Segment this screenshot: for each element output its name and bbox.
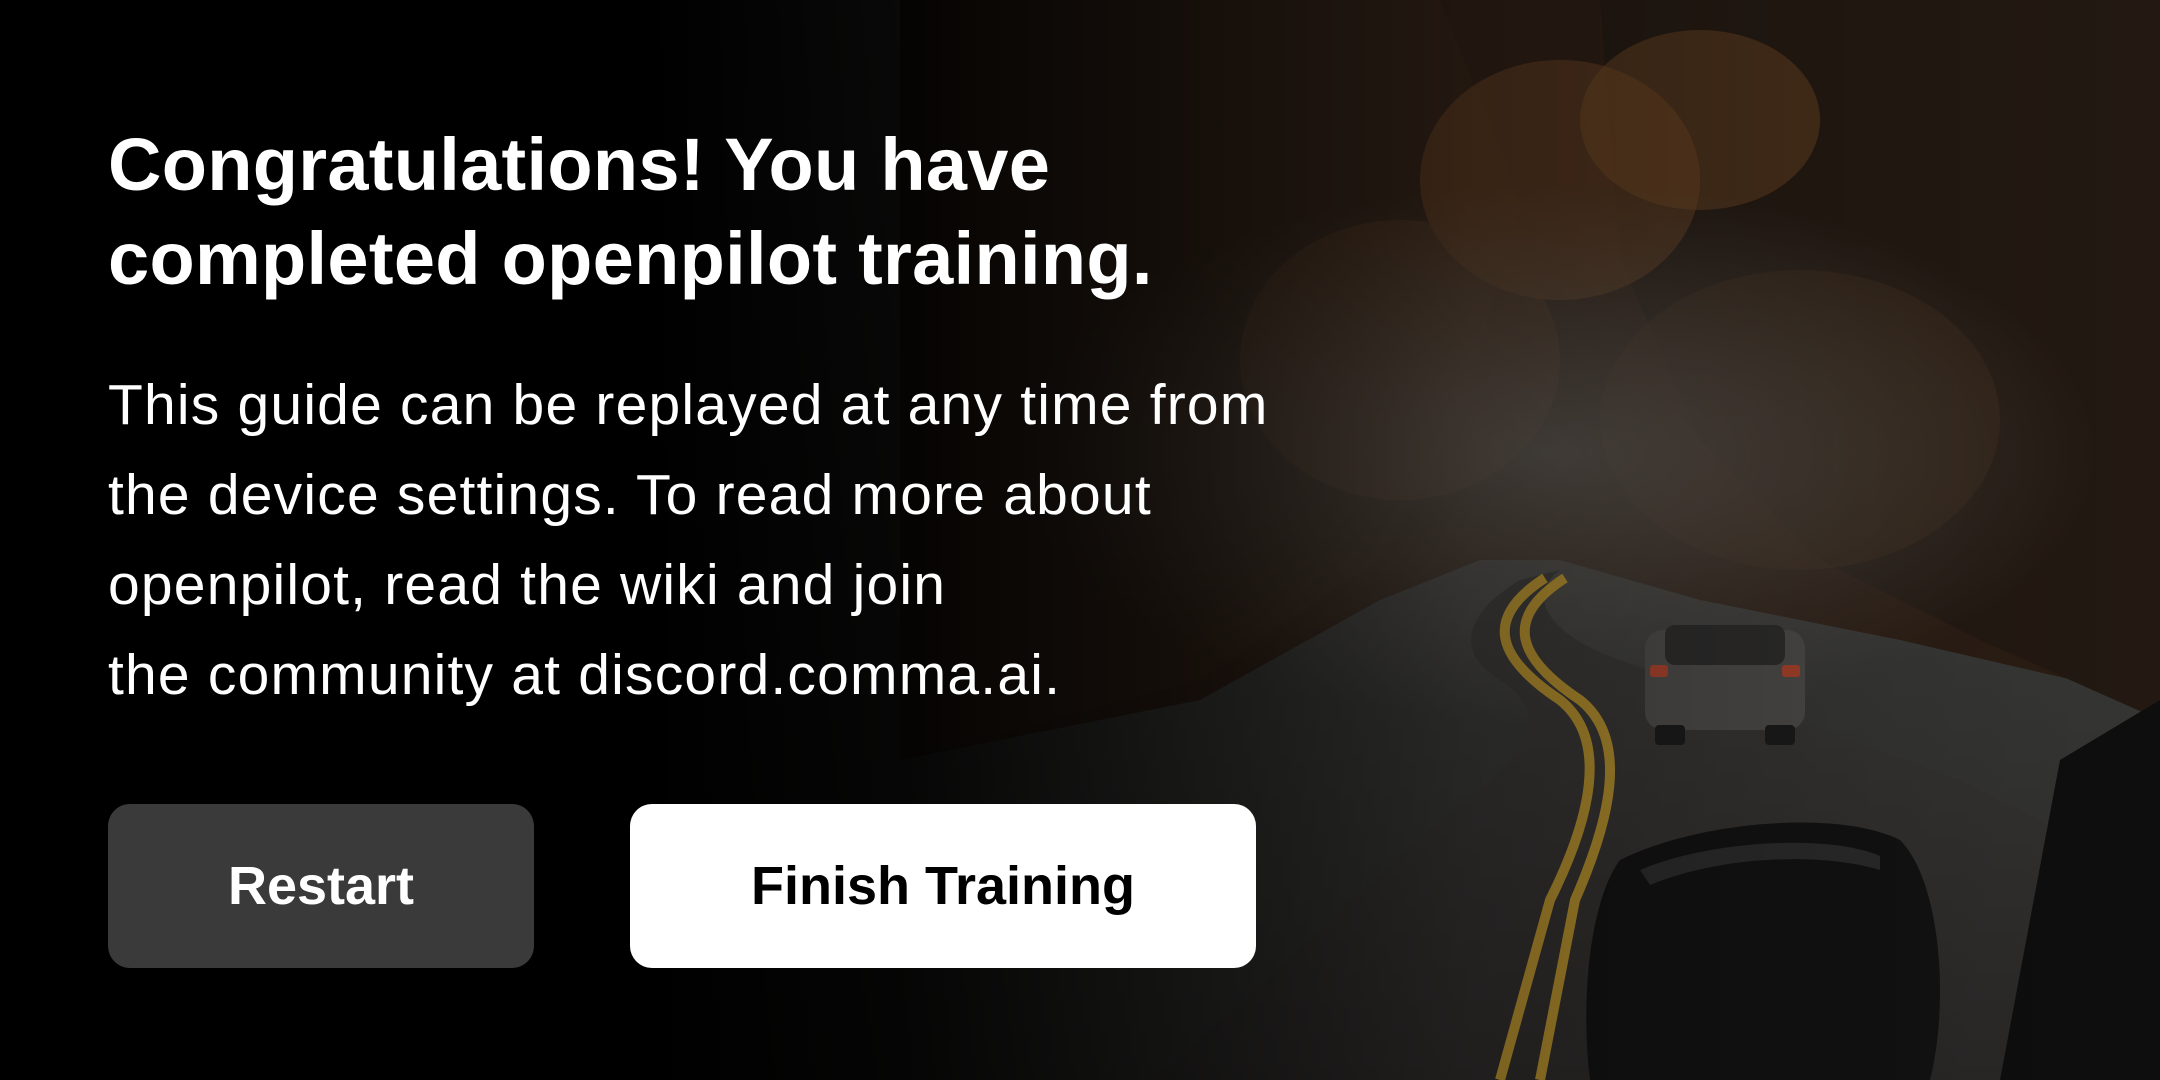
description-line: the community at discord.comma.ai. xyxy=(108,643,1062,707)
description-line: This guide can be replayed at any time f… xyxy=(108,373,1269,437)
description-line: the device settings. To read more about xyxy=(108,463,1152,527)
training-message: Congratulations! You have completed open… xyxy=(108,118,1508,720)
finish-training-button[interactable]: Finish Training xyxy=(630,804,1256,968)
training-complete-screen: Congratulations! You have completed open… xyxy=(0,0,2160,1080)
description-text: This guide can be replayed at any time f… xyxy=(108,360,1508,720)
page-title: Congratulations! You have completed open… xyxy=(108,118,1508,306)
title-line: Congratulations! You have xyxy=(108,123,1051,206)
action-buttons: Restart Finish Training xyxy=(108,804,1256,968)
description-line: openpilot, read the wiki and join xyxy=(108,553,947,617)
title-line: completed openpilot training. xyxy=(108,217,1153,300)
restart-button[interactable]: Restart xyxy=(108,804,534,968)
